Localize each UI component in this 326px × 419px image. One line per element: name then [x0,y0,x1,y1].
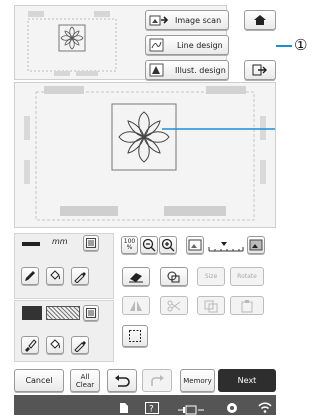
paste-button[interactable] [230,296,264,315]
background-image-button[interactable] [186,236,204,254]
zoom-in-icon [161,238,175,252]
document-icon[interactable] [119,399,129,418]
help-icon[interactable]: ? [145,399,159,418]
line-design-icon [149,38,164,52]
list-icon [86,308,96,318]
export-arrow-icon [252,64,267,76]
eyedropper-icon [74,341,86,352]
cancel-label: Cancel [25,376,53,385]
line-design-button[interactable]: Line design [145,35,229,55]
line-color-swatch[interactable] [22,242,40,246]
line-fill-button[interactable] [46,267,64,285]
connector-icon [178,400,204,419]
pen-icon [25,271,35,281]
line-pen-button[interactable] [21,267,39,285]
rotate-label: Rotate [237,273,257,280]
callout-leader [276,45,292,47]
flip-icon [130,300,142,311]
zoom-out-button[interactable] [140,236,158,254]
foreground-image-button[interactable] [247,236,265,254]
illust-design-button[interactable]: Illust. design [145,60,229,80]
memory-button[interactable]: Memory [180,369,215,392]
line-width-label: mm [52,237,68,246]
undo-button[interactable] [107,369,137,392]
rotate-button[interactable]: Rotate [230,267,264,286]
eyedropper-icon [74,272,86,283]
all-clear-label-2: Clear [75,380,95,389]
image-icon [249,239,263,251]
all-clear-button[interactable]: All Clear [70,369,100,392]
zoom-out-icon [142,238,156,252]
zoom-level-bottom: % [126,244,133,251]
undo-icon [115,374,130,387]
next-button[interactable]: Next [218,369,276,392]
select-region-button[interactable] [160,267,188,286]
line-design-label: Line design [177,40,223,50]
copy-button[interactable] [197,296,225,315]
slider-track [208,242,244,252]
scissors-icon [167,300,181,311]
copy-icon [204,300,218,312]
size-button[interactable]: Size [197,267,225,286]
settings-icon[interactable] [226,399,238,418]
region-property-button[interactable] [83,305,99,321]
svg-text:?: ? [149,405,154,415]
line-property-button[interactable] [83,235,99,251]
region-fill-button[interactable] [46,336,64,354]
home-icon [254,15,266,25]
eraser-icon [129,272,143,282]
redo-button[interactable] [142,369,172,392]
wifi-icon[interactable] [258,398,272,417]
region-brush-button[interactable] [21,336,39,354]
callout-number: ① [294,36,308,54]
illust-design-icon [149,63,164,77]
brush-icon [25,339,37,352]
select-area-button[interactable] [122,325,148,347]
dashed-rect-icon [129,330,141,342]
cancel-button[interactable]: Cancel [14,369,64,392]
home-button[interactable] [244,10,276,30]
memory-label: Memory [183,376,212,385]
bucket-icon [50,270,60,280]
region-pattern-swatch[interactable] [46,306,80,320]
image-opacity-slider[interactable] [207,238,245,252]
image-icon [188,239,202,251]
export-button[interactable] [244,60,276,80]
canvas-drawing [24,86,275,221]
image-scan-label: Image scan [175,15,222,25]
region-color-swatch[interactable] [22,306,42,320]
eraser-button[interactable] [122,267,150,286]
all-clear-label-1: All [80,372,90,381]
illust-design-label: Illust. design [175,65,226,75]
list-icon [86,238,96,248]
region-eyedropper-button[interactable] [71,336,89,354]
zoom-level-button[interactable]: 100 % [121,236,138,254]
cut-button[interactable] [160,296,188,315]
flip-button[interactable] [122,296,150,315]
redo-icon [151,374,164,386]
zoom-in-button[interactable] [159,236,177,254]
bucket-icon [50,339,60,349]
image-scan-button[interactable]: Image scan [145,10,229,30]
stamp-icon [167,271,180,282]
next-label: Next [237,376,257,385]
paste-icon [241,299,253,312]
scan-icon [149,15,169,26]
size-label: Size [204,273,218,280]
line-eyedropper-button[interactable] [71,267,89,285]
design-canvas[interactable] [14,82,276,228]
